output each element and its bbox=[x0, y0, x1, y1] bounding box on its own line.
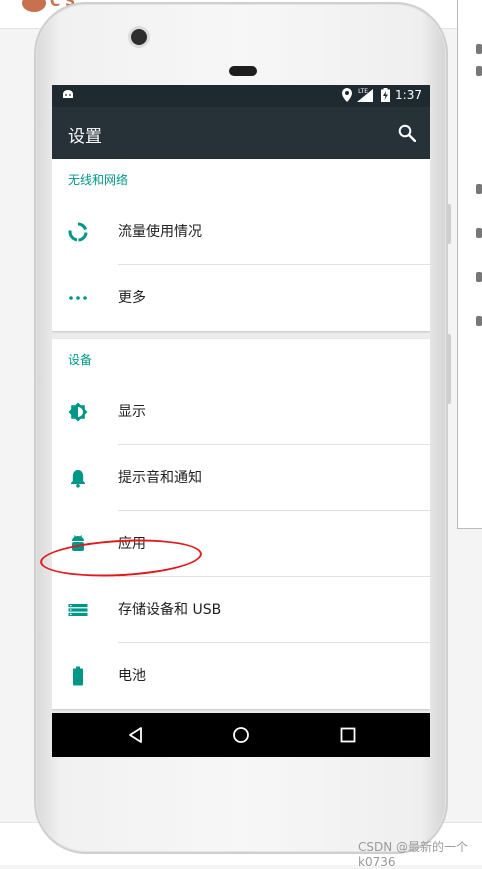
volume-button[interactable] bbox=[447, 204, 451, 244]
battery-icon bbox=[73, 666, 83, 686]
action-bar: 设置 bbox=[52, 107, 430, 159]
panel-fragment bbox=[476, 316, 482, 326]
background-logo bbox=[22, 0, 46, 12]
settings-item-more[interactable]: 更多 bbox=[52, 265, 430, 331]
panel-fragment bbox=[476, 66, 482, 76]
more-horiz-icon bbox=[69, 296, 87, 300]
settings-item-data-usage[interactable]: 流量使用情况 bbox=[52, 199, 430, 265]
navigation-bar bbox=[52, 713, 430, 757]
search-icon[interactable] bbox=[398, 124, 416, 142]
settings-item-sound-notification[interactable]: 提示音和通知 bbox=[52, 445, 430, 511]
section-header: 无线和网络 bbox=[68, 172, 129, 187]
settings-item-label: 电池 bbox=[118, 668, 146, 684]
battery-charging-icon bbox=[381, 88, 391, 102]
network-type: LTE bbox=[358, 87, 369, 95]
status-bar: LTE 1:37 bbox=[52, 85, 430, 107]
settings-item-display[interactable]: 显示 bbox=[52, 379, 430, 445]
data-usage-icon bbox=[68, 222, 88, 242]
settings-item-battery[interactable]: 电池 bbox=[52, 643, 430, 709]
settings-item-label: 提示音和通知 bbox=[118, 470, 202, 486]
section-wireless-networks: 无线和网络 流量使用情况 更多 bbox=[52, 159, 430, 331]
section-header: 设备 bbox=[68, 352, 93, 367]
front-camera bbox=[131, 29, 147, 45]
bell-icon bbox=[71, 470, 85, 488]
settings-item-label: 显示 bbox=[118, 404, 146, 420]
panel-fragment bbox=[476, 228, 482, 238]
settings-item-storage-usb[interactable]: 存储设备和 USB bbox=[52, 577, 430, 643]
settings-item-label: 流量使用情况 bbox=[118, 224, 202, 240]
panel-fragment bbox=[476, 184, 482, 194]
panel-fragment bbox=[476, 44, 482, 54]
earpiece-speaker bbox=[229, 66, 257, 76]
clock: 1:37 bbox=[395, 88, 422, 102]
home-icon[interactable] bbox=[231, 725, 251, 745]
android-notification-icon bbox=[63, 90, 73, 98]
brightness-icon bbox=[68, 402, 88, 422]
storage-icon bbox=[68, 604, 88, 616]
watermark: CSDN @最新的一个k0736 bbox=[358, 840, 469, 869]
page-title: 设置 bbox=[68, 127, 102, 147]
section-device: 设备 显示 提示音和通知 应用 存储设备和 USB 电池 bbox=[52, 339, 430, 709]
power-button[interactable] bbox=[447, 334, 451, 404]
settings-item-label: 更多 bbox=[118, 290, 146, 306]
settings-item-label: 存储设备和 USB bbox=[118, 602, 222, 618]
background-side-panel bbox=[457, 0, 482, 529]
phone-screen: LTE 1:37 设置 无线和网络 流量使用情况 更多 设备 显示 提示音和通知… bbox=[52, 85, 430, 757]
back-icon[interactable] bbox=[126, 725, 146, 745]
location-icon bbox=[342, 88, 353, 102]
recents-icon[interactable] bbox=[338, 725, 358, 745]
panel-fragment bbox=[476, 272, 482, 282]
status-icons: LTE 1:37 bbox=[342, 88, 422, 102]
